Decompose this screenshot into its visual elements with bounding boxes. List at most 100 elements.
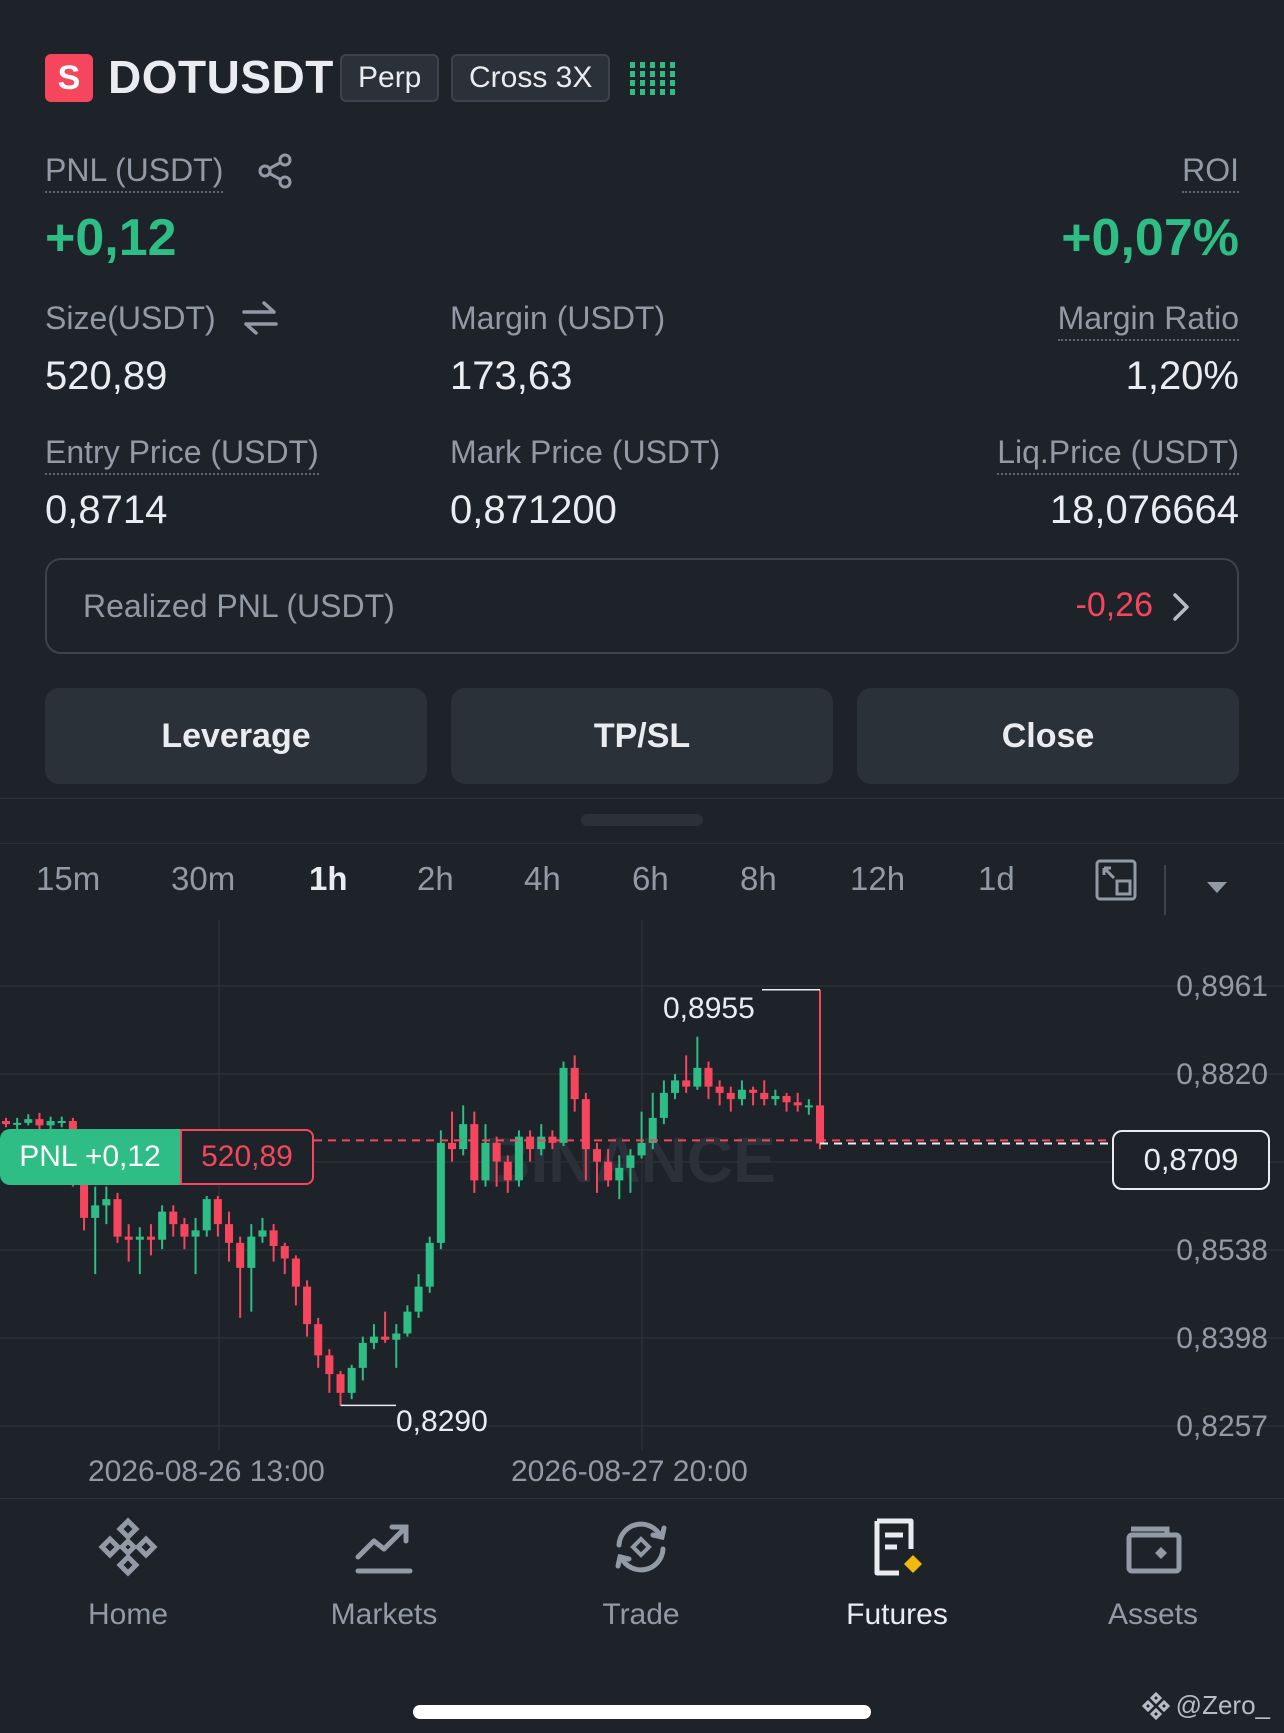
chevron-right-icon <box>1171 592 1191 627</box>
roi-label[interactable]: ROI <box>1182 152 1239 193</box>
candle-body <box>682 1080 691 1087</box>
position-size-tag[interactable]: 520,89 <box>180 1129 314 1185</box>
chevron-down-icon[interactable] <box>1205 880 1229 901</box>
swap-arrows-icon[interactable] <box>240 298 280 343</box>
candle-body <box>604 1161 613 1181</box>
x-tick-label: 2026-08-26 13:00 <box>88 1455 325 1488</box>
candle-body <box>570 1067 579 1100</box>
tab-1h[interactable]: 1h <box>309 860 348 898</box>
mark-price-value: 0,871200 <box>450 488 617 532</box>
tab-8h[interactable]: 8h <box>740 860 777 898</box>
candle-body <box>793 1102 802 1106</box>
y-tick-label: 0,8538 <box>1176 1234 1268 1267</box>
leverage-button[interactable]: Leverage <box>45 688 427 784</box>
tab-6h[interactable]: 6h <box>632 860 669 898</box>
nav-markets[interactable]: Markets <box>284 1515 484 1632</box>
margin-value: 173,63 <box>450 354 573 398</box>
candle-body <box>648 1117 657 1143</box>
candle-body <box>224 1224 234 1243</box>
candle-body <box>492 1142 501 1162</box>
tab-30m[interactable]: 30m <box>171 860 235 898</box>
candle-body <box>158 1211 167 1240</box>
tab-1d[interactable]: 1d <box>978 860 1015 898</box>
candle-body <box>815 1105 825 1144</box>
tag-perp: Perp <box>340 54 440 102</box>
tab-12h[interactable]: 12h <box>850 860 905 898</box>
realized-pnl-label: Realized PNL (USDT) <box>83 588 395 624</box>
candle-body <box>258 1230 267 1237</box>
low-price-label: 0,8290 <box>396 1405 488 1438</box>
candlestick-chart[interactable]: BINANCE 0,8961 0,8820 0,8538 0,8398 0,82… <box>0 920 1284 1515</box>
tab-15m[interactable]: 15m <box>36 860 100 898</box>
candle-body <box>236 1242 245 1268</box>
margin-ratio-label[interactable]: Margin Ratio <box>1057 300 1239 341</box>
home-icon <box>98 1517 158 1577</box>
fullscreen-icon[interactable] <box>1094 858 1138 907</box>
tab-2h[interactable]: 2h <box>417 860 454 898</box>
candle-body <box>771 1096 780 1100</box>
size-value: 520,89 <box>45 354 168 398</box>
candle-body <box>581 1099 590 1150</box>
candle-body <box>314 1324 323 1356</box>
nav-futures[interactable]: Futures <box>797 1515 997 1632</box>
candle-body <box>436 1142 445 1243</box>
tpsl-button[interactable]: TP/SL <box>451 688 833 784</box>
signal-bars-icon <box>630 58 675 98</box>
candle-body <box>659 1092 668 1118</box>
candle-body <box>459 1124 468 1150</box>
candle-body <box>369 1336 378 1343</box>
candle-body <box>303 1286 312 1325</box>
tag-margin-mode[interactable]: Cross 3X <box>451 54 611 102</box>
credit-text: @Zero_ <box>1175 1690 1270 1720</box>
nav-label: Markets <box>330 1598 438 1631</box>
candle-body <box>381 1336 390 1340</box>
divider <box>0 843 1284 844</box>
candle-body <box>481 1142 490 1181</box>
candle-body <box>336 1374 345 1393</box>
candle-body <box>448 1142 457 1150</box>
chart-canvas[interactable]: BINANCE <box>0 920 1284 1515</box>
binance-logo-icon <box>1141 1691 1170 1720</box>
x-tick-label: 2026-08-27 20:00 <box>511 1455 748 1488</box>
symbol-title[interactable]: DOTUSDT <box>108 50 334 104</box>
candle-body <box>247 1236 256 1268</box>
candle-body <box>358 1342 367 1368</box>
candle-body <box>637 1142 646 1156</box>
markets-icon <box>355 1524 413 1574</box>
candle-body <box>503 1161 512 1181</box>
candle-body <box>24 1119 33 1123</box>
liq-price-label[interactable]: Liq.Price (USDT) <box>997 434 1239 475</box>
mark-price-label: Mark Price (USDT) <box>450 434 721 470</box>
candle-body <box>280 1246 289 1259</box>
drag-handle[interactable] <box>581 814 703 826</box>
share-icon[interactable] <box>256 152 294 195</box>
candle-body <box>180 1224 189 1237</box>
candle-body <box>191 1230 200 1237</box>
entry-price-value: 0,8714 <box>45 488 168 532</box>
nav-home[interactable]: Home <box>28 1515 228 1632</box>
candle-body <box>135 1236 144 1240</box>
pnl-label[interactable]: PNL (USDT) <box>45 152 224 193</box>
home-indicator[interactable] <box>413 1705 871 1719</box>
liq-price-value: 18,076664 <box>1049 488 1239 532</box>
candle-body <box>749 1089 758 1093</box>
divider <box>0 1498 1284 1499</box>
nav-trade[interactable]: Trade <box>541 1515 741 1632</box>
candle-body <box>124 1236 133 1240</box>
candle-body <box>592 1149 602 1162</box>
nav-assets[interactable]: Assets <box>1053 1515 1253 1632</box>
candle-body <box>626 1155 635 1168</box>
entry-price-label[interactable]: Entry Price (USDT) <box>45 434 319 475</box>
candle-body <box>325 1355 334 1375</box>
roi-value: +0,07% <box>1061 209 1239 267</box>
candle-body <box>537 1136 546 1150</box>
candle-body <box>403 1311 412 1334</box>
candle-body <box>46 1121 55 1126</box>
tab-4h[interactable]: 4h <box>524 860 561 898</box>
close-button[interactable]: Close <box>857 688 1239 784</box>
realized-pnl-row[interactable]: Realized PNL (USDT) -0,26 <box>45 558 1239 654</box>
pnl-position-tag[interactable]: PNL +0,12 <box>0 1129 180 1185</box>
y-tick-label: 0,8257 <box>1176 1410 1268 1443</box>
candle-body <box>671 1080 680 1093</box>
current-price-tag: 0,8709 <box>1112 1130 1270 1190</box>
